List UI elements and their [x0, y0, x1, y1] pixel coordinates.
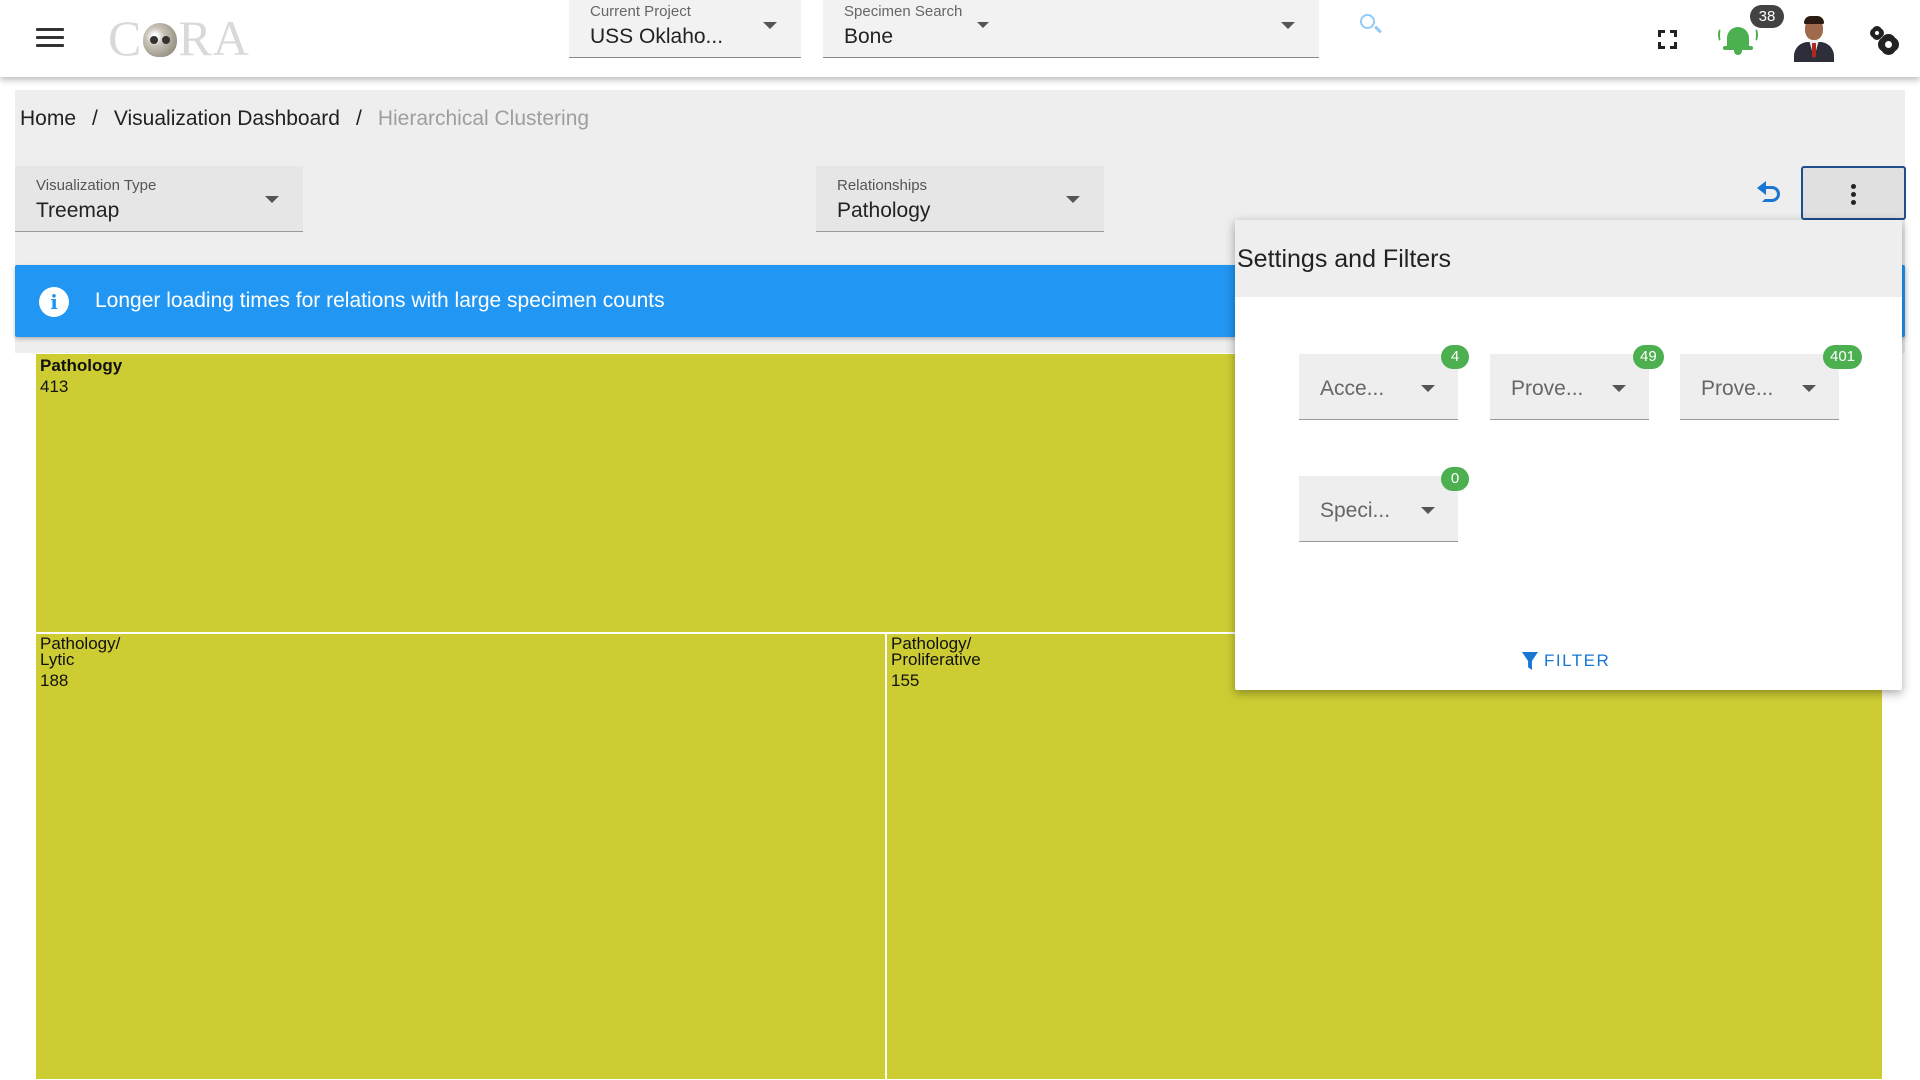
filter-value: Acce... [1320, 377, 1385, 400]
treemap-node-value: 413 [40, 377, 68, 396]
settings-filters-panel: Settings and Filters Acce... 4 Prove... … [1235, 220, 1902, 690]
chevron-down-icon[interactable] [977, 22, 989, 28]
treemap-node-label: Proliferative [891, 650, 981, 669]
filter-count-badge: 4 [1441, 345, 1469, 369]
panel-header: Settings and Filters [1235, 220, 1902, 297]
visualization-type-select[interactable]: Visualization Type Treemap [15, 166, 303, 232]
breadcrumb: Home / Visualization Dashboard / Hierarc… [20, 107, 589, 131]
filter-value: Speci... [1320, 499, 1391, 522]
visualization-type-label: Visualization Type [36, 177, 157, 194]
more-vert-icon [1851, 184, 1856, 208]
filter-value: Prove... [1701, 377, 1774, 400]
breadcrumb-visualization-dashboard[interactable]: Visualization Dashboard [114, 107, 340, 131]
fullscreen-icon[interactable] [1658, 30, 1677, 49]
filter-button-label: FILTER [1544, 651, 1611, 670]
logo-text-right: RA [178, 10, 250, 66]
app-bar: C RA Current Project USS Oklaho... Specim… [0, 0, 1920, 77]
chevron-down-icon [1421, 507, 1435, 514]
chevron-down-icon [1066, 196, 1080, 203]
specimen-search-select[interactable]: Specimen Search Bone [823, 0, 1319, 58]
chevron-down-icon [1421, 385, 1435, 392]
filter-funnel-icon [1522, 652, 1538, 670]
relationships-label: Relationships [837, 177, 928, 194]
panel-title: Settings and Filters [1237, 245, 1451, 273]
user-avatar[interactable] [1792, 16, 1836, 62]
filter-button[interactable]: FILTER [1522, 648, 1610, 674]
visualization-type-value: Treemap [36, 199, 120, 222]
treemap-node-lytic[interactable] [34, 632, 887, 1080]
filter-value: Prove... [1511, 377, 1584, 400]
treemap-node-value: 188 [40, 671, 68, 690]
info-banner-message: Longer loading times for relations with … [95, 289, 665, 312]
relationships-value: Pathology [837, 199, 931, 222]
breadcrumb-separator: / [355, 107, 362, 130]
chevron-down-icon [763, 22, 777, 29]
skull-icon [143, 23, 178, 57]
treemap-node-label: Pathology [40, 356, 123, 375]
app-logo[interactable]: C RA [108, 8, 250, 68]
info-icon: i [39, 287, 69, 317]
notification-count-badge: 38 [1750, 5, 1784, 28]
settings-gears-icon[interactable] [1868, 24, 1900, 54]
relationships-select[interactable]: Relationships Pathology [816, 166, 1104, 232]
treemap-node-label: Lytic [40, 650, 75, 669]
filter-count-badge: 0 [1441, 467, 1469, 491]
specimen-search-label: Specimen Search [844, 3, 963, 20]
current-project-value: USS Oklaho... [590, 25, 724, 48]
specimen-search-value: Bone [844, 25, 894, 48]
search-icon[interactable] [1358, 12, 1384, 38]
chevron-down-icon [1802, 385, 1816, 392]
notification-bell-icon[interactable] [1718, 24, 1758, 56]
chevron-down-icon [1281, 22, 1295, 29]
chevron-down-icon [265, 196, 279, 203]
breadcrumb-home[interactable]: Home [20, 107, 76, 131]
provenance-2-filter-select[interactable]: Prove... [1680, 354, 1839, 420]
current-project-label: Current Project [590, 3, 691, 20]
provenance-filter-select[interactable]: Prove... [1490, 354, 1649, 420]
undo-icon[interactable] [1756, 180, 1786, 208]
accession-filter-select[interactable]: Acce... [1299, 354, 1458, 420]
filter-count-badge: 401 [1823, 345, 1863, 369]
more-options-button[interactable] [1801, 166, 1906, 220]
breadcrumb-separator: / [92, 107, 98, 130]
logo-text-left: C [108, 10, 143, 66]
filter-count-badge: 49 [1633, 345, 1664, 369]
breadcrumb-hierarchical-clustering: Hierarchical Clustering [377, 107, 590, 130]
treemap-node-proliferative[interactable] [885, 632, 1884, 1080]
chevron-down-icon [1612, 385, 1626, 392]
specimen-filter-select[interactable]: Speci... [1299, 476, 1458, 542]
treemap-node-value: 155 [891, 671, 919, 690]
menu-icon[interactable] [36, 28, 64, 48]
current-project-select[interactable]: Current Project USS Oklaho... [569, 0, 801, 58]
